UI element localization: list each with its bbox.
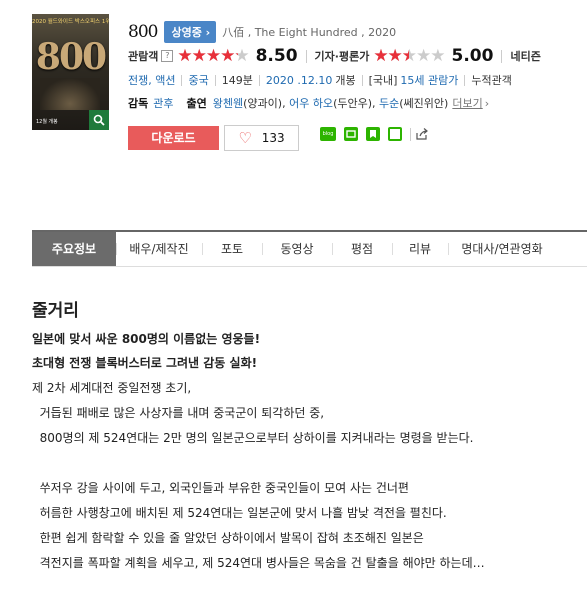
- poster-tag: 12월 개봉: [36, 119, 58, 125]
- netizen-rating-label: 네티즌: [510, 50, 541, 63]
- download-button[interactable]: 다운로드: [128, 126, 219, 150]
- heart-icon: ♡: [238, 129, 252, 147]
- more-cast-link[interactable]: 더보기: [452, 95, 482, 111]
- poster-banner: 2020 월드와이드 박스오피스 1위!: [32, 19, 109, 25]
- info-row: 전쟁, 액션 중국 149분 2020 .12.10 개봉 [국내] 15세 관…: [128, 72, 512, 88]
- critic-stars: ★★★★★★★★★★: [373, 46, 445, 66]
- synopsis-line: 800명의 제 524연대는 2만 명의 일본군으로부터 상하이를 지켜내라는 …: [32, 431, 474, 445]
- divider: [464, 74, 466, 86]
- tab-bar: 주요정보 배우/제작진 포토 동영상 평점 리뷰 명대사/연관영화: [32, 230, 587, 267]
- synopsis-line: 허름한 사행창고에 배치된 제 524연대는 일본군에 맞서 나흘 밤낮 격전을…: [32, 506, 447, 520]
- movie-title: 800: [128, 22, 158, 42]
- synopsis-line: 초대형 전쟁 블록버스터로 그려낸 감동 실화!: [32, 356, 258, 370]
- director-link[interactable]: 관후: [153, 95, 173, 111]
- runtime: 149분: [221, 74, 253, 87]
- share-icon[interactable]: [415, 127, 429, 141]
- comma: ,: [282, 96, 290, 110]
- audience-score: 8.50: [255, 46, 298, 66]
- release-suffix: 개봉: [335, 74, 356, 87]
- age-rating-link[interactable]: 15세 관람가: [400, 72, 458, 88]
- release-date-link[interactable]: 2020 .12.10: [266, 74, 332, 87]
- tab-main-info[interactable]: 주요정보: [32, 232, 116, 266]
- synopsis-line: 일본에 맞서 싸운 800명의 이름없는 영웅들!: [32, 332, 261, 346]
- bookmark-share-icon[interactable]: [366, 127, 380, 141]
- genre-link[interactable]: 전쟁, 액션: [128, 72, 175, 88]
- status-label: 상영중: [171, 26, 202, 39]
- divider: [410, 127, 411, 141]
- divider: [501, 49, 503, 63]
- synopsis-line: 한편 쉽게 함락할 수 있을 줄 알았던 상하이에서 발목이 잡혀 초조해진 일…: [32, 531, 424, 545]
- synopsis-line: 거듭된 패배로 많은 사상자를 내며 중국군이 퇴각하던 중,: [32, 406, 325, 420]
- tab-review[interactable]: 리뷰: [392, 232, 448, 266]
- cast-role-1: (양과이): [243, 97, 283, 110]
- comma: ,: [372, 96, 380, 110]
- cast-link-1[interactable]: 왕첸웬: [213, 95, 243, 111]
- synopsis-heading: 줄거리: [32, 301, 79, 321]
- cast-role-3: (쎄진위안): [399, 97, 449, 110]
- cast-link-2[interactable]: 어우 하오: [289, 95, 333, 111]
- synopsis-line: 격전지를 폭파할 계획을 세우고, 제 524연대 병사들은 목숨을 건 탈출을…: [32, 556, 485, 570]
- critic-rating-label: 기자·평론가: [314, 50, 370, 63]
- poster-zoom-button[interactable]: [89, 110, 109, 130]
- poster-title: 800: [35, 36, 107, 78]
- country-link[interactable]: 중국: [188, 72, 208, 88]
- cast-link-3[interactable]: 두순: [379, 95, 399, 111]
- divider: [214, 74, 216, 86]
- blog-share-icon[interactable]: blog: [320, 127, 336, 141]
- cast-role-2: (두안우): [333, 97, 373, 110]
- synopsis-line: 쑤저우 강을 사이에 두고, 외국인들과 부유한 중국인들이 모여 사는 건너편: [32, 481, 409, 495]
- synopsis-line: 제 2차 세계대전 중일전쟁 초기,: [32, 381, 192, 395]
- audience-rating-label: 관람객: [128, 50, 159, 63]
- bookmark-icon: [370, 130, 376, 138]
- original-title: 八佰 , The Eight Hundred , 2020: [222, 26, 397, 39]
- help-icon[interactable]: ?: [161, 50, 174, 62]
- status-badge[interactable]: 상영중 ›: [164, 21, 217, 43]
- cast-label: 출연: [186, 97, 207, 110]
- tab-quotes-related[interactable]: 명대사/연관영화: [448, 232, 556, 266]
- chevron-right-icon: ›: [205, 26, 211, 39]
- tab-photo[interactable]: 포토: [202, 232, 262, 266]
- divider: [258, 74, 260, 86]
- share-bar: blog: [320, 127, 429, 141]
- critic-score: 5.00: [451, 46, 494, 66]
- rating-row: 관람객 ? ★★★★★★★★★★ 8.50 기자·평론가 ★★★★★★★★★★ …: [128, 46, 541, 66]
- memo-share-icon[interactable]: [388, 127, 402, 141]
- cumulative-audience: 누적관객: [471, 74, 512, 87]
- like-button[interactable]: ♡ 133: [224, 125, 299, 151]
- movie-poster[interactable]: 2020 월드와이드 박스오피스 1위! 800 12월 개봉: [32, 14, 109, 130]
- tab-video[interactable]: 동영상: [262, 232, 332, 266]
- audience-stars: ★★★★★★★★★★: [177, 46, 249, 66]
- cup-icon: [346, 130, 356, 138]
- divider: [305, 49, 307, 63]
- divider: [361, 74, 363, 86]
- like-count: 133: [261, 131, 285, 145]
- credit-row: 감독 관후 출연 왕첸웬 (양과이) , 어우 하오 (두안우) , 두순 (쎄…: [128, 95, 489, 111]
- rating-region: [국내]: [368, 74, 398, 87]
- tab-rating[interactable]: 평점: [332, 232, 392, 266]
- critic-stars-fill: ★★★★★: [373, 47, 409, 65]
- search-icon: [93, 114, 105, 126]
- cafe-share-icon[interactable]: [344, 127, 358, 141]
- title-row: 800 상영중 › 八佰 , The Eight Hundred , 2020: [128, 21, 396, 43]
- chevron-right-icon: ›: [484, 96, 490, 110]
- poster-scene: [40, 78, 100, 110]
- tab-cast-crew[interactable]: 배우/제작진: [116, 232, 202, 266]
- director-label: 감독: [128, 97, 149, 110]
- divider: [181, 74, 183, 86]
- audience-stars-fill: ★★★★★: [177, 47, 238, 65]
